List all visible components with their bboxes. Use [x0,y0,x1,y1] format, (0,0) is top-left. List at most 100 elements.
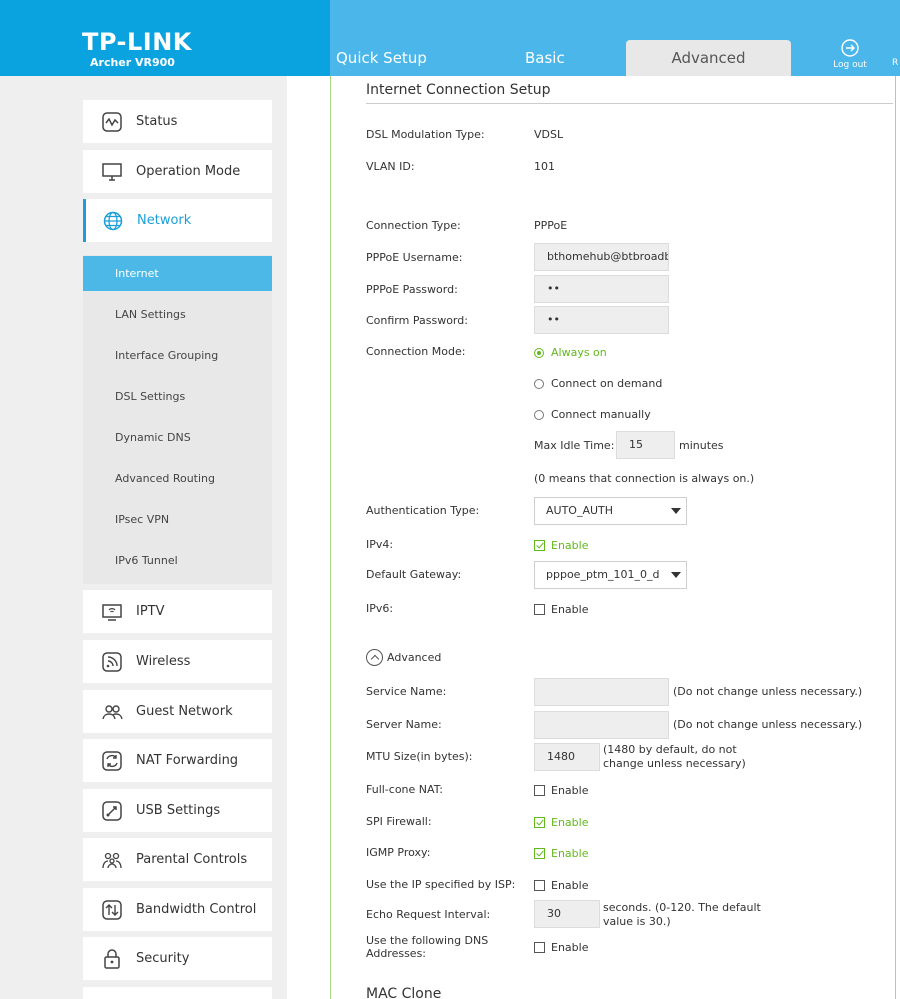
sidebar-item-label: Wireless [136,654,191,669]
sidebar-subitem-internet[interactable]: Internet [83,256,272,291]
sidebar-item-guest-network[interactable]: Guest Network [83,690,272,733]
logout-icon [841,39,859,57]
usb-icon [102,800,122,821]
sidebar-item-wireless[interactable]: Wireless [83,640,272,683]
sidebar-subitem-interface-grouping[interactable]: Interface Grouping [83,338,272,373]
sidebar-subitem-ipsec-vpn[interactable]: IPsec VPN [83,502,272,537]
connection-type-label: Connection Type: [366,219,461,232]
radio-dot [534,409,544,420]
mtu-size-label: MTU Size(in bytes): [366,750,473,763]
radio-connect-on-demand[interactable]: Connect on demand [534,377,662,390]
sidebar-subitem-dynamic-dns[interactable]: Dynamic DNS [83,420,272,455]
igmp-proxy-checkbox[interactable]: Enable [534,847,588,860]
sidebar-item-label: Parental Controls [136,852,248,867]
logout-button[interactable]: Log out [830,38,870,70]
max-idle-time-input[interactable]: 15 [616,431,675,459]
sidebar-item-label: Bandwidth Control [136,902,257,917]
title-divider [366,103,893,104]
lock-icon [104,948,120,969]
max-idle-time-unit: minutes [679,439,724,452]
dsl-modulation-value: VDSL [534,128,564,141]
ipv6-enable-checkbox[interactable]: Enable [534,603,588,616]
sidebar-subitem-ipv6-tunnel[interactable]: IPv6 Tunnel [83,543,272,578]
checkbox-label: Enable [551,539,589,552]
radio-dot [534,347,544,358]
spi-firewall-checkbox[interactable]: Enable [534,816,588,829]
dns-label-line-2: Addresses: [366,947,427,960]
sidebar-item-network[interactable]: Network [83,199,272,242]
sidebar-item-label: IPTV [136,604,165,619]
sidebar-item-status[interactable]: Status [83,100,272,143]
tab-advanced[interactable]: Advanced [626,40,791,76]
service-name-input[interactable] [534,678,669,706]
mtu-size-input[interactable]: 1480 [534,743,600,771]
echo-request-interval-input[interactable]: 30 [534,900,600,928]
checkbox-label: Enable [551,847,589,860]
use-isp-ip-checkbox[interactable]: Enable [534,879,588,892]
dropdown-arrow-icon [671,572,681,578]
sidebar-item-operation-mode[interactable]: Operation Mode [83,150,272,193]
reboot-label-partial[interactable]: R [892,58,898,68]
sidebar-item-label: Guest Network [136,704,233,719]
tab-basic[interactable]: Basic [525,49,565,67]
use-isp-ip-label: Use the IP specified by ISP: [366,878,516,891]
sidebar-item-security[interactable]: Security [83,937,272,980]
globe-icon [103,211,123,230]
sidebar-item-bandwidth-control[interactable]: Bandwidth Control [83,888,272,931]
pppoe-password-label: PPPoE Password: [366,283,458,296]
checkbox-box [534,604,545,615]
full-cone-nat-label: Full-cone NAT: [366,783,443,796]
sidebar-item-label: NAT Forwarding [136,753,239,768]
network-submenu: Internet LAN Settings Interface Grouping… [83,255,272,584]
server-name-input[interactable] [534,711,669,739]
sidebar-item-parental-controls[interactable]: Parental Controls [83,838,272,881]
ipv4-label: IPv4: [366,538,394,551]
sidebar-item-label: USB Settings [136,803,221,818]
ipv4-enable-checkbox[interactable]: Enable [534,539,588,552]
tv-icon [102,603,122,621]
monitor-icon [102,162,122,181]
status-icon [102,111,122,132]
mtu-size-note: (1480 by default, do not change unless ne… [603,743,746,771]
default-gateway-select[interactable]: pppoe_ptm_101_0_d [534,561,687,589]
confirm-password-input[interactable]: •• [534,306,669,334]
sidebar-item-iptv[interactable]: IPTV [83,590,272,633]
nat-icon [102,750,122,771]
echo-note-line-1: seconds. (0-120. The default [603,901,761,914]
advanced-label: Advanced [387,651,442,664]
pppoe-username-label: PPPoE Username: [366,251,463,264]
radio-always-on[interactable]: Always on [534,346,607,359]
tab-quick-setup[interactable]: Quick Setup [336,49,427,67]
authentication-type-select[interactable]: AUTO_AUTH [534,497,687,525]
pppoe-password-input[interactable]: •• [534,275,669,303]
sidebar-item-label: Status [136,114,178,129]
sidebar-subitem-advanced-routing[interactable]: Advanced Routing [83,461,272,496]
vlan-id-label: VLAN ID: [366,160,415,173]
sidebar-item-nat-forwarding[interactable]: NAT Forwarding [83,739,272,782]
radio-label: Connect manually [551,408,651,421]
server-name-note: (Do not change unless necessary.) [673,718,863,731]
advanced-toggle[interactable]: Advanced [366,649,441,666]
service-name-note: (Do not change unless necessary.) [673,685,863,698]
parental-icon [102,852,122,868]
pppoe-username-input[interactable]: bthomehub@btbroadband.com [534,243,669,271]
sidebar-item-usb-settings[interactable]: USB Settings [83,789,272,832]
checkbox-label: Enable [551,784,589,797]
radio-connect-manually[interactable]: Connect manually [534,408,651,421]
sidebar-subitem-lan-settings[interactable]: LAN Settings [83,297,272,332]
use-dns-checkbox[interactable]: Enable [534,941,588,954]
checkbox-box [534,540,545,551]
ipv6-label: IPv6: [366,602,394,615]
content-border-right [895,76,896,999]
connection-mode-label: Connection Mode: [366,345,466,358]
checkbox-label: Enable [551,603,589,616]
sidebar-subitem-dsl-settings[interactable]: DSL Settings [83,379,272,414]
guest-icon [102,704,123,719]
dsl-modulation-label: DSL Modulation Type: [366,128,485,141]
checkbox-box [534,817,545,828]
full-cone-nat-checkbox[interactable]: Enable [534,784,588,797]
checkbox-label: Enable [551,879,589,892]
sidebar-item-partial[interactable] [83,987,272,999]
idle-time-note: (0 means that connection is always on.) [534,472,755,485]
echo-request-note: seconds. (0-120. The default value is 30.… [603,901,761,929]
